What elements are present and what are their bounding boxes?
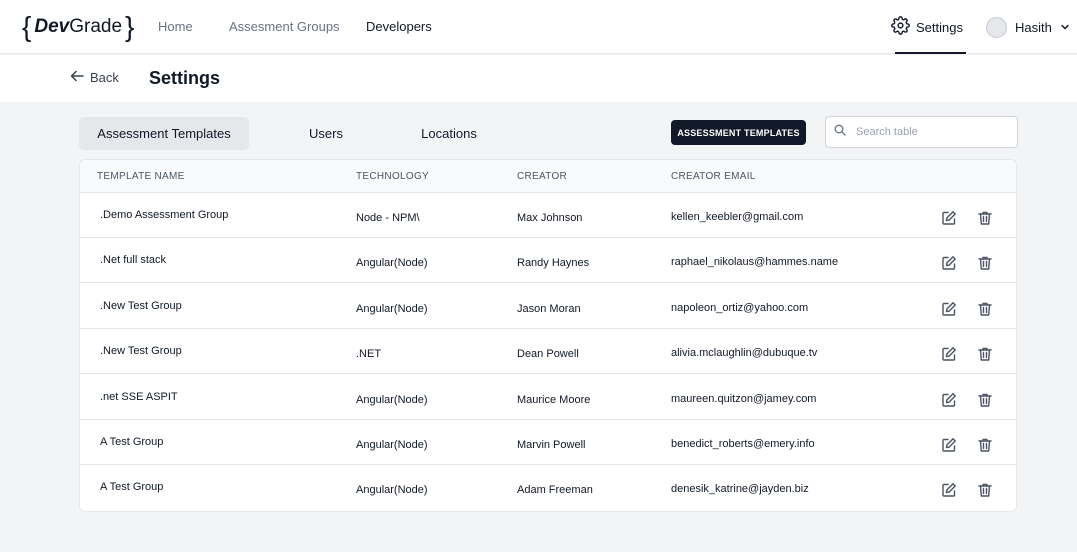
cell-template-name: .net SSE ASPIT bbox=[100, 390, 178, 403]
user-name: Hasith bbox=[1015, 19, 1052, 35]
cell-creator: Adam Freeman bbox=[517, 484, 593, 497]
column-header-technology: TECHNOLOGY bbox=[356, 171, 430, 182]
devgrade-logo[interactable]: { Dev Grade } bbox=[22, 10, 134, 44]
edit-icon[interactable] bbox=[940, 254, 958, 272]
cell-technology: Angular(Node) bbox=[356, 257, 428, 270]
table-row: A Test Group Angular(Node) Adam Freeman den… bbox=[80, 465, 1016, 510]
cell-technology: Angular(Node) bbox=[356, 484, 428, 497]
nav-assessment-groups-link[interactable]: Assesment Groups bbox=[229, 19, 340, 34]
tab-assessment-templates[interactable]: Assessment Templates bbox=[79, 117, 249, 150]
back-label: Back bbox=[90, 70, 119, 85]
table-row: A Test Group Angular(Node) Marvin Powell be… bbox=[80, 420, 1016, 465]
cell-template-name: A Test Group bbox=[100, 436, 164, 448]
gear-icon bbox=[891, 16, 910, 38]
cell-technology: .NET bbox=[356, 348, 382, 361]
cell-creator-email: maureen.quitzon@jamey.com bbox=[671, 392, 817, 405]
top-navbar: { Dev Grade } Home Assesment Groups Deve… bbox=[0, 0, 1077, 54]
settings-label: Settings bbox=[916, 19, 963, 35]
trash-icon[interactable] bbox=[976, 436, 994, 454]
search-icon bbox=[834, 123, 846, 141]
trash-icon[interactable] bbox=[976, 345, 994, 363]
user-menu[interactable]: Hasith bbox=[986, 16, 1070, 38]
cell-creator-email: denesik_katrine@jayden.biz bbox=[671, 483, 809, 496]
nav-developers-link[interactable]: Developers bbox=[366, 19, 432, 34]
table-row: .New Test Group Angular(Node) Jason Moran n… bbox=[80, 284, 1016, 329]
cell-template-name: A Test Group bbox=[100, 481, 164, 494]
nav-home-link[interactable]: Home bbox=[158, 19, 193, 34]
table-row: .Demo Assessment Group Node - NPM\ Max Joh… bbox=[80, 193, 1016, 238]
cell-creator: Marvin Powell bbox=[517, 439, 586, 451]
cell-creator-email: benedict_roberts@emery.info bbox=[671, 438, 815, 450]
column-header-creator-email: CREATOR EMAIL bbox=[671, 171, 756, 182]
cell-template-name: .New Test Group bbox=[100, 345, 182, 358]
cell-creator-email: alivia.mclaughlin@dubuque.tv bbox=[671, 347, 818, 360]
cell-creator: Max Johnson bbox=[517, 212, 583, 224]
avatar bbox=[986, 16, 1007, 38]
page-header: Back Settings bbox=[0, 55, 1077, 102]
trash-icon[interactable] bbox=[976, 481, 994, 499]
cell-template-name: .Net full stack bbox=[100, 254, 167, 267]
cell-template-name: .Demo Assessment Group bbox=[100, 209, 229, 221]
edit-icon[interactable] bbox=[940, 345, 958, 363]
cell-technology: Angular(Node) bbox=[356, 302, 428, 315]
assessment-templates-button[interactable]: ASSESSMENT TEMPLATES bbox=[671, 120, 806, 145]
cell-creator: Randy Haynes bbox=[517, 257, 590, 270]
cell-creator: Maurice Moore bbox=[517, 393, 591, 406]
table-row: .Net full stack Angular(Node) Randy Haynes… bbox=[80, 238, 1016, 284]
trash-icon[interactable] bbox=[976, 209, 994, 227]
column-header-creator: CREATOR bbox=[517, 171, 568, 182]
cell-creator-email: raphael_nikolaus@hammes.name bbox=[671, 256, 839, 269]
cell-technology: Angular(Node) bbox=[356, 393, 428, 406]
back-button[interactable]: Back bbox=[70, 70, 119, 85]
cell-creator: Dean Powell bbox=[517, 348, 579, 361]
cell-creator-email: kellen_keebler@gmail.com bbox=[671, 211, 804, 223]
edit-icon[interactable] bbox=[940, 481, 958, 499]
edit-icon[interactable] bbox=[940, 391, 958, 409]
column-header-template-name: TEMPLATE NAME bbox=[97, 171, 185, 182]
tab-users[interactable]: Users bbox=[286, 117, 366, 150]
table-row: .New Test Group .NET Dean Powell alivia.mcl… bbox=[80, 329, 1016, 375]
search-box bbox=[825, 116, 1018, 148]
tab-locations[interactable]: Locations bbox=[404, 117, 494, 150]
cell-creator-email: napoleon_ortiz@yahoo.com bbox=[671, 301, 809, 314]
active-nav-indicator bbox=[895, 52, 966, 54]
edit-icon[interactable] bbox=[940, 300, 958, 318]
nav-settings-link[interactable]: Settings bbox=[891, 16, 963, 38]
search-input[interactable] bbox=[856, 126, 1006, 138]
templates-table: TEMPLATE NAME TECHNOLOGY CREATOR CREATOR… bbox=[79, 159, 1017, 512]
trash-icon[interactable] bbox=[976, 254, 994, 272]
edit-icon[interactable] bbox=[940, 436, 958, 454]
table-row: .net SSE ASPIT Angular(Node) Maurice Moore… bbox=[80, 375, 1016, 420]
arrow-left-icon bbox=[70, 70, 84, 85]
trash-icon[interactable] bbox=[976, 300, 994, 318]
table-header: TEMPLATE NAME TECHNOLOGY CREATOR CREATOR… bbox=[80, 160, 1016, 193]
cell-technology: Node - NPM\ bbox=[356, 212, 420, 224]
cell-creator: Jason Moran bbox=[517, 302, 581, 315]
edit-icon[interactable] bbox=[940, 209, 958, 227]
cell-template-name: .New Test Group bbox=[100, 299, 182, 312]
chevron-down-icon bbox=[1060, 20, 1070, 35]
cell-technology: Angular(Node) bbox=[356, 439, 428, 451]
page-title: Settings bbox=[149, 68, 221, 88]
trash-icon[interactable] bbox=[976, 391, 994, 409]
